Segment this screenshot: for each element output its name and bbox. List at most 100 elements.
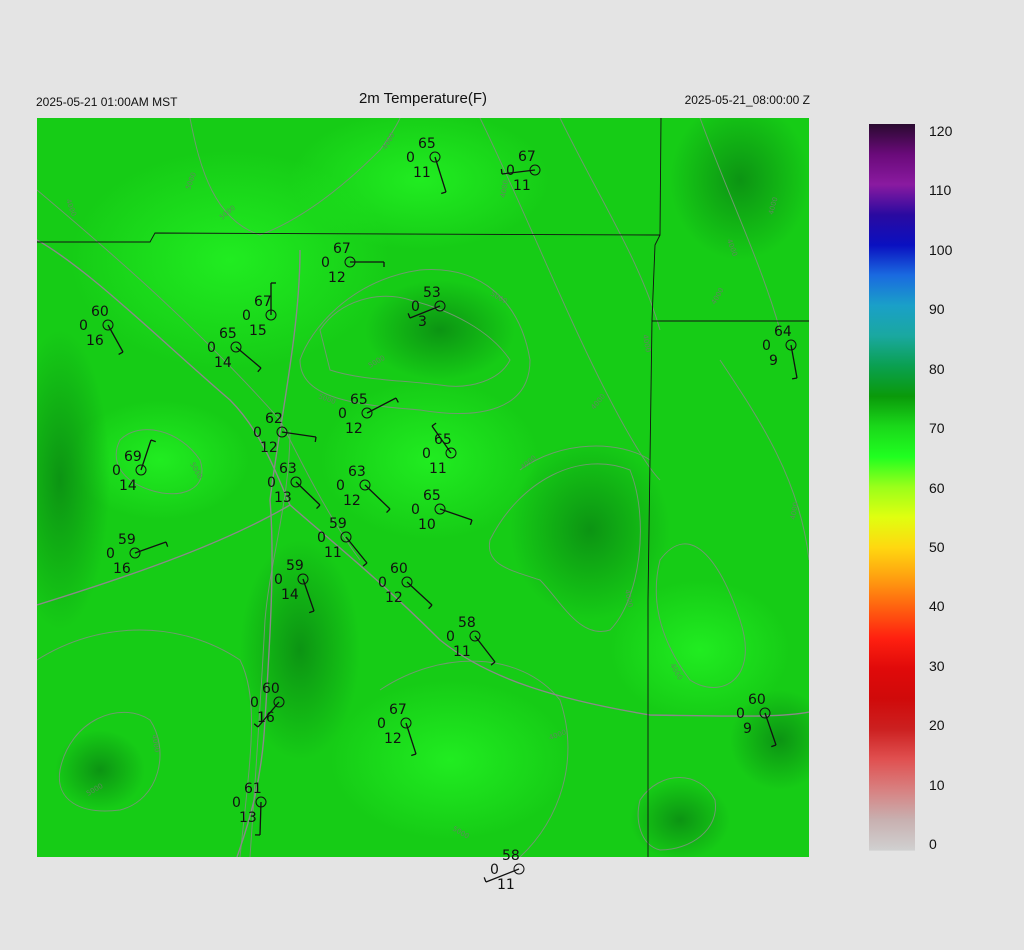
station-wind-speed: 9: [743, 721, 752, 737]
station-wind-speed: 11: [413, 165, 431, 181]
station-temperature: 62: [265, 411, 283, 427]
cool-zone: [37, 330, 110, 630]
colorbar-gradient: [869, 124, 915, 850]
station-temperature: 67: [333, 241, 351, 257]
colorbar-tick-label: 80: [929, 360, 945, 377]
cool-zone: [670, 118, 809, 260]
station-dewpoint: 0: [253, 425, 262, 441]
station-wind-speed: 12: [384, 731, 402, 747]
station-temperature: 53: [423, 285, 441, 301]
colorbar-tick-label: 60: [929, 479, 945, 496]
colorbar-tick-label: 120: [929, 123, 953, 139]
station-dewpoint: 0: [274, 572, 283, 588]
station-wind-speed: 16: [257, 710, 275, 726]
station-temperature: 67: [518, 149, 536, 165]
station-dewpoint: 0: [736, 706, 745, 722]
station-wind-speed: 15: [249, 323, 267, 339]
station-temperature: 59: [286, 558, 304, 574]
station-dewpoint: 0: [446, 629, 455, 645]
station-temperature: 64: [774, 324, 792, 340]
station-temperature: 60: [390, 561, 408, 577]
station-dewpoint: 0: [79, 318, 88, 334]
station-temperature: 60: [748, 692, 766, 708]
station-temperature: 67: [389, 702, 407, 718]
station-wind-speed: 11: [513, 178, 531, 194]
station-wind-speed: 14: [214, 355, 232, 371]
station-dewpoint: 0: [411, 502, 420, 518]
station-temperature: 65: [418, 136, 436, 152]
colorbar-tick-label: 90: [929, 301, 945, 318]
station-temperature: 59: [118, 532, 136, 548]
colorbar-tick-label: 50: [929, 538, 945, 555]
station-wind-speed: 14: [281, 587, 299, 603]
station-dewpoint: 0: [242, 308, 251, 324]
colorbar-tick-label: 100: [929, 241, 953, 258]
station-temperature: 63: [348, 464, 366, 480]
station-wind-speed: 11: [324, 545, 342, 561]
warm-zone: [330, 680, 570, 840]
station-dewpoint: 0: [321, 255, 330, 271]
station-dewpoint: 0: [267, 475, 276, 491]
station-dewpoint: 0: [106, 546, 115, 562]
station-dewpoint: 0: [232, 795, 241, 811]
cool-zone: [630, 780, 730, 857]
station-wind-speed: 16: [86, 333, 104, 349]
station-wind-speed: 12: [343, 493, 361, 509]
station-temperature: 69: [124, 449, 142, 465]
station-temperature: 58: [502, 848, 520, 864]
temperature-colorbar: [869, 124, 915, 851]
station-dewpoint: 0: [112, 463, 121, 479]
station-wind-speed: 13: [274, 490, 292, 506]
station-wind-speed: 12: [260, 440, 278, 456]
cool-zone: [55, 730, 145, 810]
station-wind-speed: 12: [345, 421, 363, 437]
station-temperature: 60: [91, 304, 109, 320]
station-temperature: 67: [254, 294, 272, 310]
colorbar-tick-label: 110: [929, 182, 952, 199]
station-wind-speed: 3: [418, 314, 427, 330]
wind-barb-flag: [483, 877, 487, 883]
cool-zone: [510, 440, 670, 620]
station-dewpoint: 0: [506, 163, 515, 179]
station-wind-speed: 10: [418, 517, 436, 533]
wind-barb-flag: [791, 377, 798, 380]
station-temperature: 61: [244, 781, 262, 797]
station-dewpoint: 0: [338, 406, 347, 422]
temperature-map: 5000 5000 4000 4000 4000 4000 4000 5000 …: [37, 118, 915, 893]
station-temperature: 63: [279, 461, 297, 477]
station-wind-speed: 11: [453, 644, 471, 660]
station-temperature: 65: [434, 432, 452, 448]
station-temperature: 58: [458, 615, 476, 631]
station-dewpoint: 0: [406, 150, 415, 166]
colorbar-tick-label: 10: [929, 776, 945, 793]
station-wind-speed: 13: [239, 810, 257, 826]
station-dewpoint: 0: [207, 340, 216, 356]
colorbar-tick-label: 40: [929, 598, 945, 615]
station-dewpoint: 0: [378, 575, 387, 591]
station-wind-speed: 11: [497, 877, 515, 893]
colorbar-tick-label: 30: [929, 657, 945, 674]
colorbar-tick-label: 70: [929, 420, 945, 437]
station-wind-speed: 16: [113, 561, 131, 577]
station-wind-speed: 11: [429, 461, 447, 477]
station-wind-speed: 9: [769, 353, 778, 369]
station-wind-speed: 12: [328, 270, 346, 286]
colorbar-tick-label: 0: [929, 836, 937, 852]
station-dewpoint: 0: [377, 716, 386, 732]
station-temperature: 65: [350, 392, 368, 408]
station-wind-speed: 12: [385, 590, 403, 606]
wind-barb-flag: [314, 436, 317, 443]
station-dewpoint: 0: [250, 695, 259, 711]
station-dewpoint: 0: [336, 478, 345, 494]
station-dewpoint: 0: [762, 338, 771, 354]
colorbar-tick-label: 20: [929, 717, 945, 734]
cool-zone: [730, 690, 809, 790]
station-dewpoint: 0: [490, 862, 499, 878]
station-temperature: 60: [262, 681, 280, 697]
station-dewpoint: 0: [317, 530, 326, 546]
station-dewpoint: 0: [422, 446, 431, 462]
station-wind-speed: 14: [119, 478, 137, 494]
station-temperature: 59: [329, 516, 347, 532]
station-dewpoint: 0: [411, 299, 420, 315]
station-temperature: 65: [423, 488, 441, 504]
